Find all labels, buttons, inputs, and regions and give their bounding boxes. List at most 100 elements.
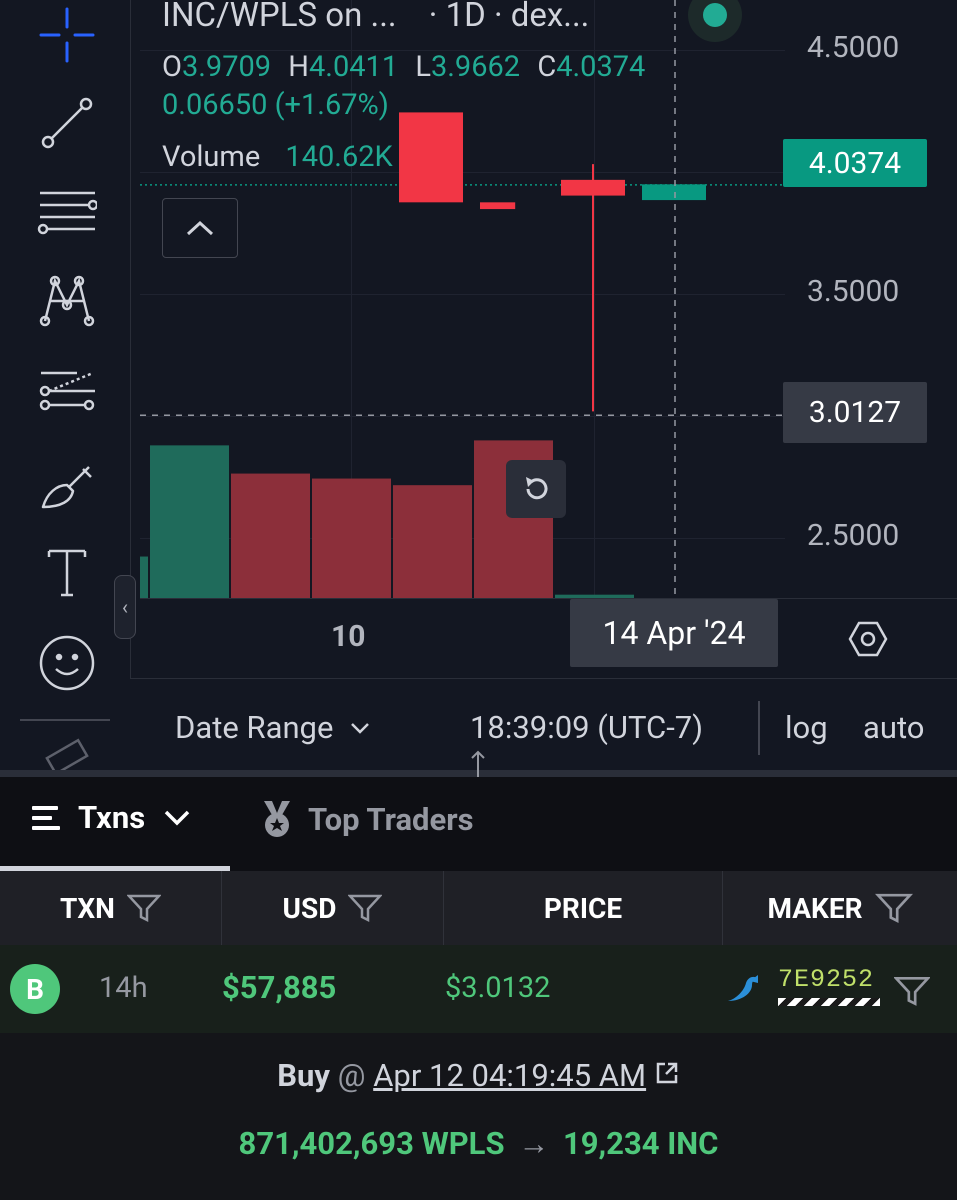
candle-body bbox=[399, 112, 463, 203]
column-header-label: TXN bbox=[60, 891, 115, 925]
text-icon bbox=[47, 549, 87, 597]
open-label: O bbox=[162, 50, 182, 84]
tx-arrow: → bbox=[518, 1125, 550, 1162]
filter-icon[interactable] bbox=[894, 975, 930, 1007]
column-header-label: USD bbox=[282, 891, 337, 925]
external-link-icon[interactable] bbox=[654, 1060, 680, 1086]
tx-age: 14h bbox=[99, 971, 148, 1005]
tx-usd-value: $57,885 bbox=[222, 969, 337, 1006]
fib-retracement-icon bbox=[39, 371, 95, 411]
collapse-legend-button[interactable] bbox=[162, 198, 238, 258]
crosshair-price-label: 3.0127 bbox=[783, 382, 927, 443]
ruler-icon bbox=[45, 738, 89, 770]
tx-at: @ bbox=[337, 1057, 366, 1094]
chart-footer: Date Range 18:39:09 (UTC-7) log auto bbox=[130, 678, 957, 770]
filter-icon[interactable] bbox=[348, 893, 383, 923]
close-value: 4.0374 bbox=[556, 50, 646, 84]
trend-line-tool[interactable] bbox=[22, 88, 112, 158]
tab-txns[interactable]: Txns bbox=[30, 799, 191, 836]
toolbar-collapse-button[interactable]: ‹ bbox=[114, 575, 136, 639]
tab-top-traders[interactable]: Top Traders bbox=[260, 799, 474, 839]
price-tick: 4.5000 bbox=[807, 30, 900, 65]
volume-bar bbox=[312, 478, 391, 598]
tx-datetime-link[interactable]: Apr 12 04:19:45 AM bbox=[373, 1057, 646, 1094]
crosshair-icon bbox=[39, 7, 95, 63]
chart-area[interactable]: ‹ INC/WPLS on ... · 1D · dex... O3.9709 … bbox=[0, 0, 957, 770]
time-tick: 10 bbox=[331, 619, 366, 654]
crosshair-date-label: 14 Apr '24 bbox=[570, 599, 778, 667]
volume-label: Volume bbox=[162, 140, 261, 174]
fib-retracement-tool[interactable] bbox=[22, 356, 112, 426]
toolbar-divider bbox=[20, 719, 110, 721]
drawing-toolbar bbox=[0, 0, 131, 770]
volume-value: 140.62K bbox=[285, 140, 393, 174]
chevron-down-icon bbox=[351, 722, 370, 734]
pattern-tool[interactable] bbox=[22, 264, 112, 334]
price-axis[interactable]: 4.5000 3.5000 2.5000 4.0374 3.0127 bbox=[783, 0, 957, 598]
candle-body bbox=[642, 184, 706, 201]
column-header-usd[interactable]: USD bbox=[222, 871, 444, 945]
whale-icon bbox=[726, 973, 760, 1007]
filter-icon[interactable] bbox=[126, 893, 161, 923]
close-label: C bbox=[537, 50, 557, 84]
smiley-icon bbox=[39, 635, 95, 691]
chart-title: INC/WPLS on ... · 1D · dex... bbox=[162, 0, 589, 35]
column-header-price: PRICE bbox=[444, 871, 723, 945]
high-value: 4.0411 bbox=[309, 50, 399, 84]
tx-amount-in: 871,402,693 WPLS bbox=[238, 1125, 505, 1162]
list-icon bbox=[32, 805, 60, 830]
medal-icon bbox=[264, 801, 290, 837]
table-row[interactable]: B 14h $57,885 $3.0132 7E9252 bbox=[0, 945, 957, 1033]
trend-line-icon bbox=[41, 97, 93, 149]
tx-price: $3.0132 bbox=[445, 971, 551, 1005]
horizontal-lines-icon bbox=[37, 191, 97, 235]
column-header-txn[interactable]: TXN bbox=[0, 871, 222, 945]
volume-bar bbox=[231, 473, 310, 598]
filter-icon[interactable] bbox=[874, 892, 913, 924]
time-axis[interactable]: 10 14 Apr '24 bbox=[140, 598, 957, 678]
chart-settings-button[interactable] bbox=[848, 619, 888, 663]
candle-body bbox=[561, 179, 625, 196]
symbol-name: INC/WPLS on ... bbox=[162, 0, 397, 35]
tx-detail: Buy @ Apr 12 04:19:45 AM 871,402,693 WPL… bbox=[0, 1033, 957, 1200]
candle-body bbox=[480, 202, 516, 210]
maker-identicon bbox=[778, 998, 880, 1006]
interval-source: · 1D · dex... bbox=[428, 0, 590, 35]
brush-icon bbox=[41, 466, 92, 509]
horizontal-lines-tool[interactable] bbox=[22, 176, 112, 246]
high-label: H bbox=[288, 50, 309, 84]
table-header: TXN USD PRICE MAKER bbox=[0, 871, 957, 945]
open-value: 3.9709 bbox=[181, 50, 272, 84]
brush-tool[interactable] bbox=[22, 450, 112, 520]
ohlc-values: O3.9709 H4.0411 L3.9662 C4.0374 bbox=[162, 50, 645, 84]
price-tick: 2.5000 bbox=[807, 518, 900, 553]
volume-bar bbox=[393, 485, 472, 598]
column-header-label: PRICE bbox=[543, 891, 623, 925]
date-range-label: Date Range bbox=[175, 709, 334, 746]
tabs-bar: Txns Top Traders bbox=[0, 777, 957, 871]
tx-swap-summary: 871,402,693 WPLS → 19,234 INC bbox=[0, 1125, 957, 1162]
ruler-tool[interactable] bbox=[22, 736, 112, 770]
volume-legend: Volume 140.62K bbox=[162, 140, 393, 174]
column-header-maker[interactable]: MAKER bbox=[723, 871, 957, 945]
maker-address: 7E9252 bbox=[778, 965, 875, 994]
pattern-icon bbox=[39, 275, 95, 327]
chart-clock: 18:39:09 (UTC-7) bbox=[470, 709, 703, 746]
tx-detail-header: Buy @ Apr 12 04:19:45 AM bbox=[0, 1057, 957, 1094]
price-change: 0.06650 (+1.67%) bbox=[162, 88, 389, 122]
buy-badge: B bbox=[10, 964, 60, 1014]
live-status-icon bbox=[703, 3, 727, 27]
auto-scale-button[interactable]: auto bbox=[863, 709, 924, 746]
text-tool[interactable] bbox=[22, 536, 112, 606]
footer-divider bbox=[758, 701, 760, 755]
tab-top-traders-label: Top Traders bbox=[308, 800, 474, 838]
maker-address-link[interactable]: 7E9252 bbox=[778, 965, 880, 1006]
tab-txns-label: Txns bbox=[78, 799, 146, 836]
date-range-dropdown[interactable]: Date Range bbox=[175, 709, 371, 746]
log-scale-button[interactable]: log bbox=[785, 709, 828, 746]
column-header-label: MAKER bbox=[767, 891, 863, 925]
chevron-up-icon bbox=[186, 220, 214, 236]
crosshair-tool[interactable] bbox=[22, 0, 112, 70]
emoji-tool[interactable] bbox=[22, 626, 112, 696]
reset-chart-button[interactable] bbox=[506, 460, 566, 518]
